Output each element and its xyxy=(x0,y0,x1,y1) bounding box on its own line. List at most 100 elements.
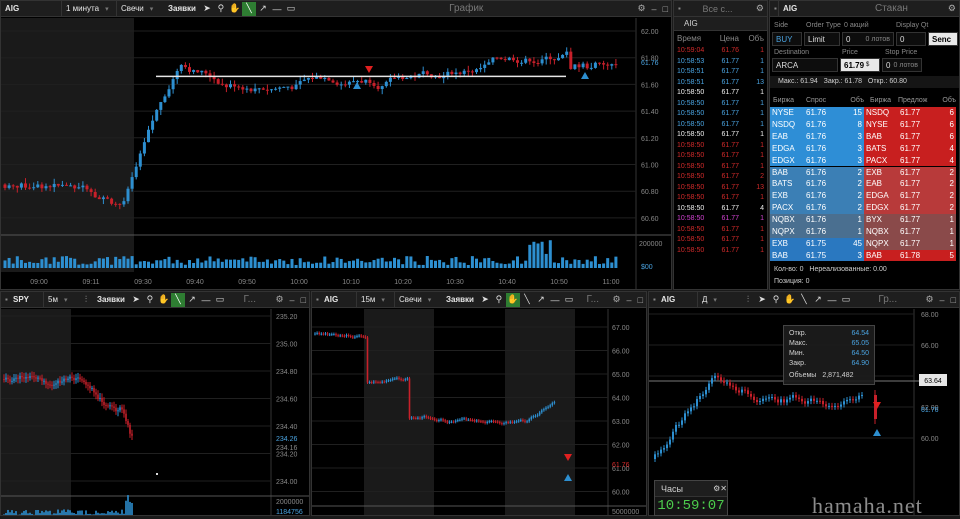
orders-button[interactable]: Заявки xyxy=(164,1,200,16)
interval-select[interactable]: 1 минута xyxy=(61,1,116,16)
cursor-icon[interactable]: ➤ xyxy=(129,293,143,307)
hand-icon[interactable]: ✋ xyxy=(505,292,520,307)
book-row[interactable]: BAB 61.76 2 EXB 61.77 2 xyxy=(770,166,956,179)
minimize-icon[interactable]: – xyxy=(937,295,948,305)
interval-select[interactable]: Д xyxy=(697,292,741,307)
hline-icon[interactable]: — xyxy=(199,293,213,307)
book-row[interactable]: NQPX 61.76 1 NQBX 61.77 1 xyxy=(770,226,956,238)
minimize-icon[interactable]: – xyxy=(649,4,660,14)
settings-icon[interactable]: ⚙ xyxy=(945,3,959,14)
symbol-field[interactable]: AIG xyxy=(674,17,767,31)
link-icon[interactable]: ▪ xyxy=(649,292,657,307)
trendline-icon[interactable]: ╲ xyxy=(241,1,256,16)
price-chart[interactable]: 62.0061.8061.6061.4061.2061.0060.8060.60… xyxy=(1,18,672,290)
hline-icon[interactable]: — xyxy=(548,293,562,307)
book-row[interactable]: EDGA 61.76 3 BATS 61.77 4 xyxy=(770,142,956,155)
minimize-icon[interactable]: – xyxy=(624,295,635,305)
book-header: Биржа Спрос Объ Биржа Предлож Объ xyxy=(773,97,956,104)
book-row[interactable]: EAB 61.76 3 BAB 61.77 6 xyxy=(770,130,956,143)
hline-icon[interactable]: — xyxy=(270,2,284,16)
link-icon[interactable]: ▪ xyxy=(1,292,9,307)
book-row[interactable]: EDGX 61.76 3 PACX 61.77 4 xyxy=(770,154,956,167)
maximize-icon[interactable]: □ xyxy=(660,4,671,14)
candle xyxy=(117,410,119,412)
candle xyxy=(804,401,806,404)
candle-type-icon[interactable]: ⫶ xyxy=(79,293,93,307)
zoom-icon[interactable]: ⚲ xyxy=(214,2,228,16)
symbol-field[interactable]: AIG xyxy=(1,1,61,16)
symbol-field[interactable]: SPY xyxy=(9,292,43,307)
spy-price-chart[interactable]: 235.20235.00234.80234.60234.40234.20234.… xyxy=(1,309,310,516)
settings-icon[interactable]: ⚙ xyxy=(713,484,720,493)
rect-icon[interactable]: ▭ xyxy=(213,293,227,307)
hand-icon[interactable]: ✋ xyxy=(228,2,242,16)
order-type-select[interactable]: Limit xyxy=(804,32,840,46)
minimize-icon[interactable]: – xyxy=(287,295,298,305)
candle xyxy=(220,83,224,85)
cursor-icon[interactable]: ➤ xyxy=(755,293,769,307)
settings-icon[interactable]: ⚙ xyxy=(753,3,767,14)
destination-select[interactable]: ARCA xyxy=(772,58,838,72)
book-row[interactable]: BAB 61.75 3 BAB 61.78 5 xyxy=(770,249,956,261)
book-row[interactable]: EXB 61.76 2 EDGA 61.77 2 xyxy=(770,190,956,203)
candle-type-icon[interactable]: ⫶ xyxy=(741,293,755,307)
link-icon[interactable]: ▪ xyxy=(312,292,320,307)
interval-select[interactable]: 15м xyxy=(356,292,394,307)
settings-icon[interactable]: ⚙ xyxy=(272,294,286,305)
zoom-icon[interactable]: ⚲ xyxy=(143,293,157,307)
interval-select[interactable]: 5м xyxy=(43,292,79,307)
book-row[interactable]: EXB 61.75 45 NQPX 61.77 1 xyxy=(770,237,956,250)
trendline-icon[interactable]: ╲ xyxy=(797,293,811,307)
orders-button[interactable]: Заявки xyxy=(93,292,129,307)
aig15-price-chart[interactable]: 67.0066.0065.0064.0063.0062.0061.0060.00… xyxy=(312,309,647,516)
zoom-icon[interactable]: ⚲ xyxy=(769,293,783,307)
trendline-icon[interactable]: ╲ xyxy=(170,292,185,307)
cursor-icon[interactable]: ➤ xyxy=(200,2,214,16)
cursor-icon[interactable]: ➤ xyxy=(478,293,492,307)
rect-icon[interactable]: ▭ xyxy=(562,293,576,307)
symbol-field[interactable]: AIG xyxy=(778,1,838,16)
book-row[interactable]: PACX 61.76 2 EDGX 61.77 2 xyxy=(770,202,956,215)
maximize-icon[interactable]: □ xyxy=(948,295,959,305)
book-row[interactable]: NYSE 61.76 15 NSDQ 61.77 6 xyxy=(770,107,956,119)
candle xyxy=(339,335,341,337)
book-row[interactable]: NSDQ 61.76 8 NYSE 61.77 6 xyxy=(770,118,956,131)
hline-icon[interactable]: — xyxy=(825,293,839,307)
display-input[interactable]: 0 xyxy=(896,32,926,46)
candle xyxy=(320,333,323,335)
settings-icon[interactable]: ⚙ xyxy=(922,294,936,305)
link-icon[interactable]: ▪ xyxy=(770,1,778,16)
book-row[interactable]: BATS 61.76 2 EAB 61.77 2 xyxy=(770,178,956,191)
trendline-icon[interactable]: ╲ xyxy=(520,293,534,307)
chart-type-select[interactable]: Свечи xyxy=(394,292,442,307)
arrow-icon[interactable]: ↗ xyxy=(256,2,270,16)
maximize-icon[interactable]: □ xyxy=(635,295,646,305)
settings-icon[interactable]: ⚙ xyxy=(609,294,623,305)
close-icon[interactable]: ✕ xyxy=(720,484,727,493)
book-row[interactable]: NQBX 61.76 1 BYX 61.77 1 xyxy=(770,214,956,226)
symbol-field[interactable]: AIG xyxy=(320,292,356,307)
maximize-icon[interactable]: □ xyxy=(298,295,309,305)
rect-icon[interactable]: ▭ xyxy=(284,2,298,16)
qty-input[interactable]: 00 лотов xyxy=(842,32,894,46)
volume-bar xyxy=(495,262,499,268)
spy-chart-window: ▪ SPY 5м ⫶ Заявки ➤ ⚲ ✋ ╲ ↗ — ▭ Г... ⚙ –… xyxy=(0,291,310,516)
side-select[interactable]: BUY xyxy=(772,32,802,46)
hand-icon[interactable]: ✋ xyxy=(783,293,797,307)
tape-row: 10:58:50 61.77 1 xyxy=(677,162,764,170)
arrow-icon[interactable]: ↗ xyxy=(185,293,199,307)
symbol-field[interactable]: AIG xyxy=(657,292,697,307)
arrow-icon[interactable]: ↗ xyxy=(534,293,548,307)
arrow-icon[interactable]: ↗ xyxy=(811,293,825,307)
orders-button[interactable]: Заявки xyxy=(442,292,478,307)
hand-icon[interactable]: ✋ xyxy=(157,293,171,307)
price-input[interactable]: 61.79 $ xyxy=(840,58,880,72)
candle xyxy=(517,420,520,422)
send-button[interactable]: Senc xyxy=(928,32,958,46)
stop-price-input[interactable]: 00 лотов xyxy=(882,58,922,72)
rect-icon[interactable]: ▭ xyxy=(839,293,853,307)
zoom-icon[interactable]: ⚲ xyxy=(492,293,506,307)
settings-icon[interactable]: ⚙ xyxy=(634,3,648,14)
chart-type-select[interactable]: Свечи xyxy=(116,1,164,16)
link-icon[interactable]: ▪ xyxy=(674,1,682,16)
